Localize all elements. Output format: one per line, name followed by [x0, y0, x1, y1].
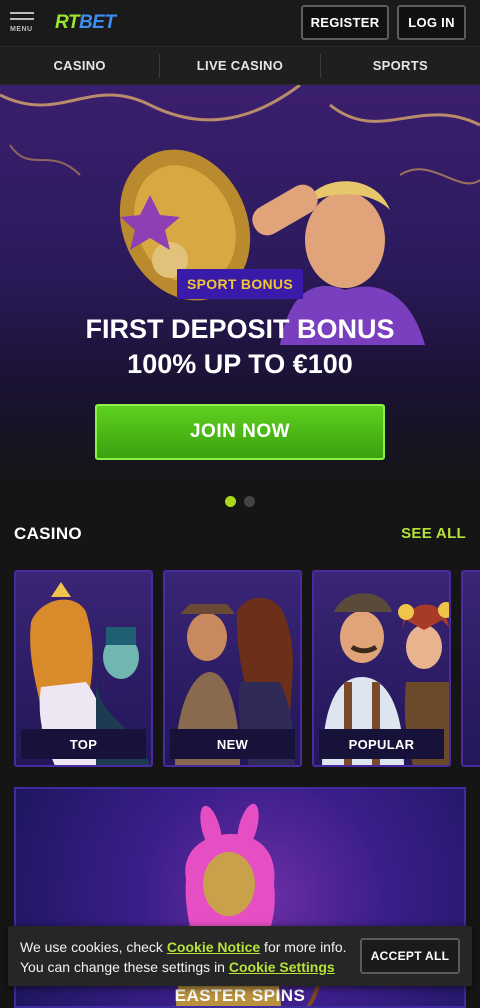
category-label-popular: POPULAR	[319, 729, 444, 759]
accept-all-button[interactable]: ACCEPT ALL	[360, 938, 460, 974]
category-card-partial[interactable]	[461, 570, 480, 767]
join-now-button[interactable]: JOIN NOW	[95, 404, 385, 460]
cookie-settings-link[interactable]: Cookie Settings	[229, 959, 335, 975]
menu-button[interactable]: MENU	[10, 12, 36, 36]
hamburger-icon	[10, 12, 34, 14]
logo-bet: BET	[78, 12, 116, 33]
main-nav: CASINO LIVE CASINO SPORTS	[0, 46, 480, 85]
hero-title-line1: FIRST DEPOSIT BONUS	[85, 314, 395, 344]
hero-banner[interactable]: SPORT BONUS FIRST DEPOSIT BONUS 100% UP …	[0, 85, 480, 485]
nav-item-casino[interactable]: CASINO	[0, 47, 159, 84]
nav-item-live-casino[interactable]: LIVE CASINO	[160, 47, 319, 84]
category-card-top[interactable]: TOP	[14, 570, 153, 767]
see-all-link[interactable]: SEE ALL	[401, 525, 466, 542]
carousel-dot-2[interactable]	[244, 496, 255, 507]
hero-illustration	[0, 85, 480, 345]
cookie-notice-link[interactable]: Cookie Notice	[167, 939, 260, 955]
carousel-dots	[0, 496, 480, 507]
cookie-message: We use cookies, check Cookie Notice for …	[20, 937, 360, 977]
rtbet-logo[interactable]: RTBET	[55, 12, 116, 34]
category-label-top: TOP	[21, 729, 146, 759]
cookie-banner: We use cookies, check Cookie Notice for …	[8, 926, 472, 986]
category-label-new: NEW	[170, 729, 295, 759]
hamburger-icon-bar	[10, 18, 34, 20]
carousel-dot-1[interactable]	[225, 496, 236, 507]
menu-label: MENU	[10, 26, 33, 33]
cookie-text-1: We use cookies, check	[20, 939, 167, 955]
hero-title-line2: 100% UP TO €100	[127, 349, 353, 379]
casino-category-carousel: TOP NEW POPULAR	[14, 570, 480, 768]
category-card-popular[interactable]: POPULAR	[312, 570, 451, 767]
register-button[interactable]: REGISTER	[301, 5, 389, 40]
sport-bonus-badge: SPORT BONUS	[177, 269, 303, 299]
top-header: MENU RTBET REGISTER LOG IN	[0, 0, 480, 46]
nav-item-sports[interactable]: SPORTS	[321, 47, 480, 84]
category-card-new[interactable]: NEW	[163, 570, 302, 767]
logo-rt: RT	[55, 12, 79, 33]
casino-section-title: CASINO	[14, 524, 82, 543]
login-button[interactable]: LOG IN	[397, 5, 466, 40]
promo-title: EASTER SPINS	[174, 986, 306, 1005]
hero-title: FIRST DEPOSIT BONUS 100% UP TO €100	[0, 312, 480, 382]
